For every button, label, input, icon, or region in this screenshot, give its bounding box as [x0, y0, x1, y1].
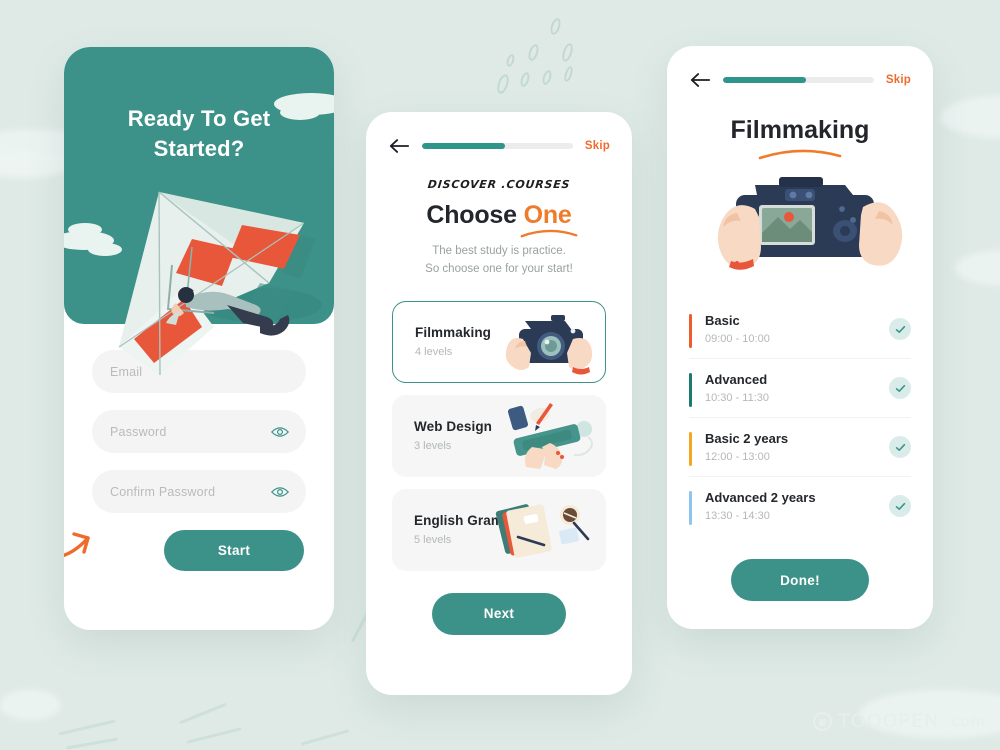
- course-card-web-design[interactable]: Web Design 3 levels: [392, 394, 606, 477]
- headline-accent-wrap: One: [520, 201, 578, 238]
- underline-swoosh-icon: [520, 229, 578, 238]
- course-card-filmmaking[interactable]: Filmmaking 4 levels: [392, 300, 606, 383]
- page-title: Choose One: [366, 201, 632, 238]
- course-title: Filmmaking: [415, 325, 492, 341]
- course-levels: 4 levels: [415, 346, 453, 359]
- camera-hands-icon: [505, 314, 593, 375]
- schedule-text: Basic 09:00 - 10:00: [705, 313, 889, 345]
- subhead-line1: The best study is practice.: [432, 245, 566, 257]
- headline-accent: One: [523, 201, 572, 229]
- phone-screen-signup: Ready To Get Started? Email Password Con…: [64, 47, 334, 630]
- check-circle-icon[interactable]: [889, 436, 911, 458]
- schedule-name: Advanced: [705, 372, 768, 387]
- schedule-text: Advanced 2 years 13:30 - 14:30: [705, 490, 889, 522]
- bg-cloud: [0, 152, 70, 178]
- schedule-text: Advanced 10:30 - 11:30: [705, 372, 889, 404]
- schedule-time: 10:30 - 11:30: [705, 392, 770, 404]
- camera-back-hands-illustration: [717, 177, 903, 270]
- watermark-text: TOOOPEN: [838, 710, 940, 732]
- tooopen-logo-icon: [813, 711, 833, 731]
- schedule-name: Basic: [705, 313, 740, 328]
- schedule-row-basic-2-years[interactable]: Basic 2 years 12:00 - 13:00: [689, 418, 911, 477]
- phone-screen-schedule: Skip Filmmaking Basic 09:00 - 10:00 Adva…: [667, 46, 933, 629]
- progress-bar-fill: [422, 143, 505, 149]
- confirm-password-field[interactable]: Confirm Password: [92, 470, 306, 513]
- password-placeholder: Password: [110, 424, 167, 439]
- schedule-time: 12:00 - 13:00: [705, 451, 770, 463]
- topbar: Skip: [667, 46, 933, 88]
- curly-arrow-icon: [64, 532, 90, 557]
- schedule-row-advanced-2-years[interactable]: Advanced 2 years 13:30 - 14:30: [689, 477, 911, 535]
- course-card-english-grammar[interactable]: English Grammar 5 levels: [392, 488, 606, 571]
- next-row: Next: [366, 592, 632, 635]
- done-row: Done!: [667, 559, 933, 601]
- course-title: Web Design: [414, 419, 493, 435]
- page-title-text: Filmmaking: [730, 116, 870, 144]
- headline-plain: Choose: [426, 201, 524, 229]
- progress-bar[interactable]: [723, 77, 874, 83]
- phone-screen-choose-course: Skip DISCOVER .COURSES Choose One The be…: [366, 112, 632, 695]
- next-button[interactable]: Next: [432, 592, 566, 635]
- check-circle-icon[interactable]: [889, 318, 911, 340]
- done-button[interactable]: Done!: [731, 559, 869, 601]
- schedule-text: Basic 2 years 12:00 - 13:00: [705, 431, 889, 463]
- schedule-name: Advanced 2 years: [705, 490, 816, 505]
- confirm-password-placeholder: Confirm Password: [110, 484, 216, 499]
- hero-title-line2: Started?: [153, 135, 245, 161]
- schedule-name: Basic 2 years: [705, 431, 789, 446]
- bg-cloud: [0, 690, 60, 720]
- check-circle-icon[interactable]: [889, 377, 911, 399]
- section-kicker: DISCOVER .COURSES: [427, 178, 571, 191]
- watermark: TOOOPEN .com: [813, 710, 986, 732]
- schedule-color-bar: [689, 432, 692, 466]
- page-title: Filmmaking: [667, 116, 933, 161]
- start-button[interactable]: Start: [164, 530, 304, 571]
- eye-icon[interactable]: [271, 426, 289, 438]
- schedule-color-bar: [689, 491, 692, 525]
- password-field[interactable]: Password: [92, 410, 306, 453]
- skip-button[interactable]: Skip: [585, 140, 610, 152]
- books-coffee-icon: [495, 503, 590, 558]
- schedule-row-basic[interactable]: Basic 09:00 - 10:00: [689, 300, 911, 359]
- bg-stroke-marks: [58, 690, 350, 750]
- topbar: Skip: [366, 112, 632, 154]
- bg-oval-dots: [493, 17, 603, 118]
- desk-keyboard-icon: [507, 402, 593, 469]
- subhead-line2: So choose one for your start!: [425, 262, 573, 275]
- progress-bar-fill: [723, 77, 806, 83]
- course-list: Filmmaking 4 levels Web Design 3 levels …: [366, 279, 632, 571]
- progress-bar[interactable]: [422, 143, 573, 149]
- underline-swoosh-icon: [758, 149, 842, 160]
- schedule-color-bar: [689, 373, 692, 407]
- course-levels: 3 levels: [414, 440, 452, 453]
- bg-cloud: [955, 250, 1000, 286]
- skip-button[interactable]: Skip: [886, 74, 911, 86]
- check-circle-icon[interactable]: [889, 495, 911, 517]
- eye-icon[interactable]: [271, 486, 289, 498]
- hang-glider-illustration: [118, 191, 322, 376]
- start-row: Start: [64, 530, 306, 571]
- page-subtitle: The best study is practice. So choose on…: [366, 243, 632, 279]
- schedule-time: 13:30 - 14:30: [705, 510, 770, 522]
- back-arrow-icon[interactable]: [689, 72, 711, 88]
- schedule-time: 09:00 - 10:00: [705, 333, 770, 345]
- watermark-suffix: .com: [945, 712, 986, 730]
- hero-title-line1: Ready To Get: [127, 106, 271, 131]
- page-title: Ready To Get Started?: [64, 47, 334, 163]
- schedule-row-advanced[interactable]: Advanced 10:30 - 11:30: [689, 359, 911, 418]
- schedule-list: Basic 09:00 - 10:00 Advanced 10:30 - 11:…: [667, 288, 933, 535]
- course-text: Filmmaking 4 levels: [415, 325, 491, 358]
- schedule-color-bar: [689, 314, 692, 348]
- course-text: Web Design 3 levels: [414, 419, 492, 452]
- bg-cloud: [940, 96, 1000, 138]
- back-arrow-icon[interactable]: [388, 138, 410, 154]
